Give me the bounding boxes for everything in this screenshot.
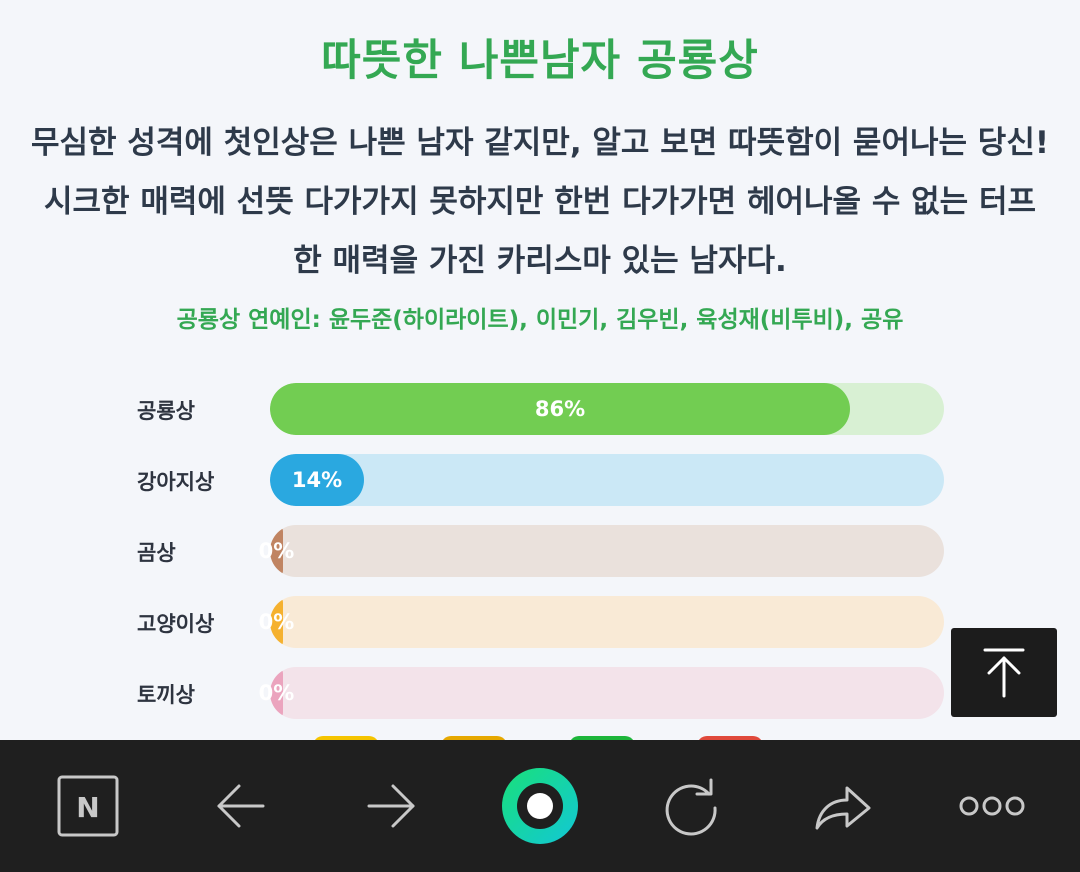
back-arrow-icon	[217, 784, 265, 828]
bar-value-label: 14%	[291, 468, 343, 492]
bar-value-label: 0%	[258, 539, 295, 563]
refresh-button[interactable]	[651, 766, 731, 846]
bar-value-label: 0%	[258, 610, 295, 634]
bar-track	[270, 596, 944, 648]
green-dot-button[interactable]	[500, 766, 580, 846]
naver-home-label: N	[76, 791, 99, 824]
refresh-icon	[665, 778, 717, 836]
bar-row: 고양이상 0%	[0, 596, 1080, 648]
bar-category-label: 토끼상	[137, 683, 195, 707]
bar-track	[270, 667, 944, 719]
result-description: 무심한 성격에 첫인상은 나쁜 남자 같지만, 알고 보면 따뜻함이 묻어나는 …	[31, 125, 1049, 279]
bar-row: 곰상 0%	[0, 525, 1080, 577]
naver-home-button[interactable]: N	[48, 766, 128, 846]
more-button[interactable]	[952, 766, 1032, 846]
bar-row: 공룡상 86%	[0, 383, 1080, 435]
celebrity-list: 공룡상 연예인: 윤두준(하이라이트), 이민기, 김우빈, 육성재(비투비),…	[176, 307, 904, 333]
bar-category-label: 고양이상	[137, 612, 215, 636]
bar-row: 토끼상 0%	[0, 667, 1080, 719]
bar-category-label: 곰상	[137, 541, 176, 565]
green-dot-icon	[502, 768, 578, 844]
bar-row: 강아지상 14%	[0, 454, 1080, 506]
bar-value-label: 0%	[258, 681, 295, 705]
forward-button[interactable]	[351, 766, 431, 846]
bar-track	[270, 454, 944, 506]
share-icon	[815, 786, 871, 830]
back-button[interactable]	[201, 766, 281, 846]
result-content: 따뜻한 나쁜남자 공룡상 무심한 성격에 첫인상은 나쁜 남자 같지만, 알고 …	[0, 0, 1080, 740]
quiz-result-page: 따뜻한 나쁜남자 공룡상 무심한 성격에 첫인상은 나쁜 남자 같지만, 알고 …	[0, 0, 1080, 872]
bar-category-label: 공룡상	[137, 399, 195, 423]
bar-track	[270, 383, 944, 435]
bar-value-label: 86%	[534, 397, 586, 421]
bar-track	[270, 525, 944, 577]
bar-category-label: 강아지상	[137, 470, 215, 494]
arrow-up-to-line-icon	[983, 648, 1025, 698]
share-button[interactable]	[803, 766, 883, 846]
more-icon	[959, 796, 1025, 816]
naver-home-icon: N	[57, 775, 119, 837]
result-title: 따뜻한 나쁜남자 공룡상	[321, 36, 759, 86]
scroll-to-top-button[interactable]	[951, 628, 1057, 717]
browser-bottom-toolbar: N	[0, 740, 1080, 872]
forward-arrow-icon	[367, 784, 415, 828]
